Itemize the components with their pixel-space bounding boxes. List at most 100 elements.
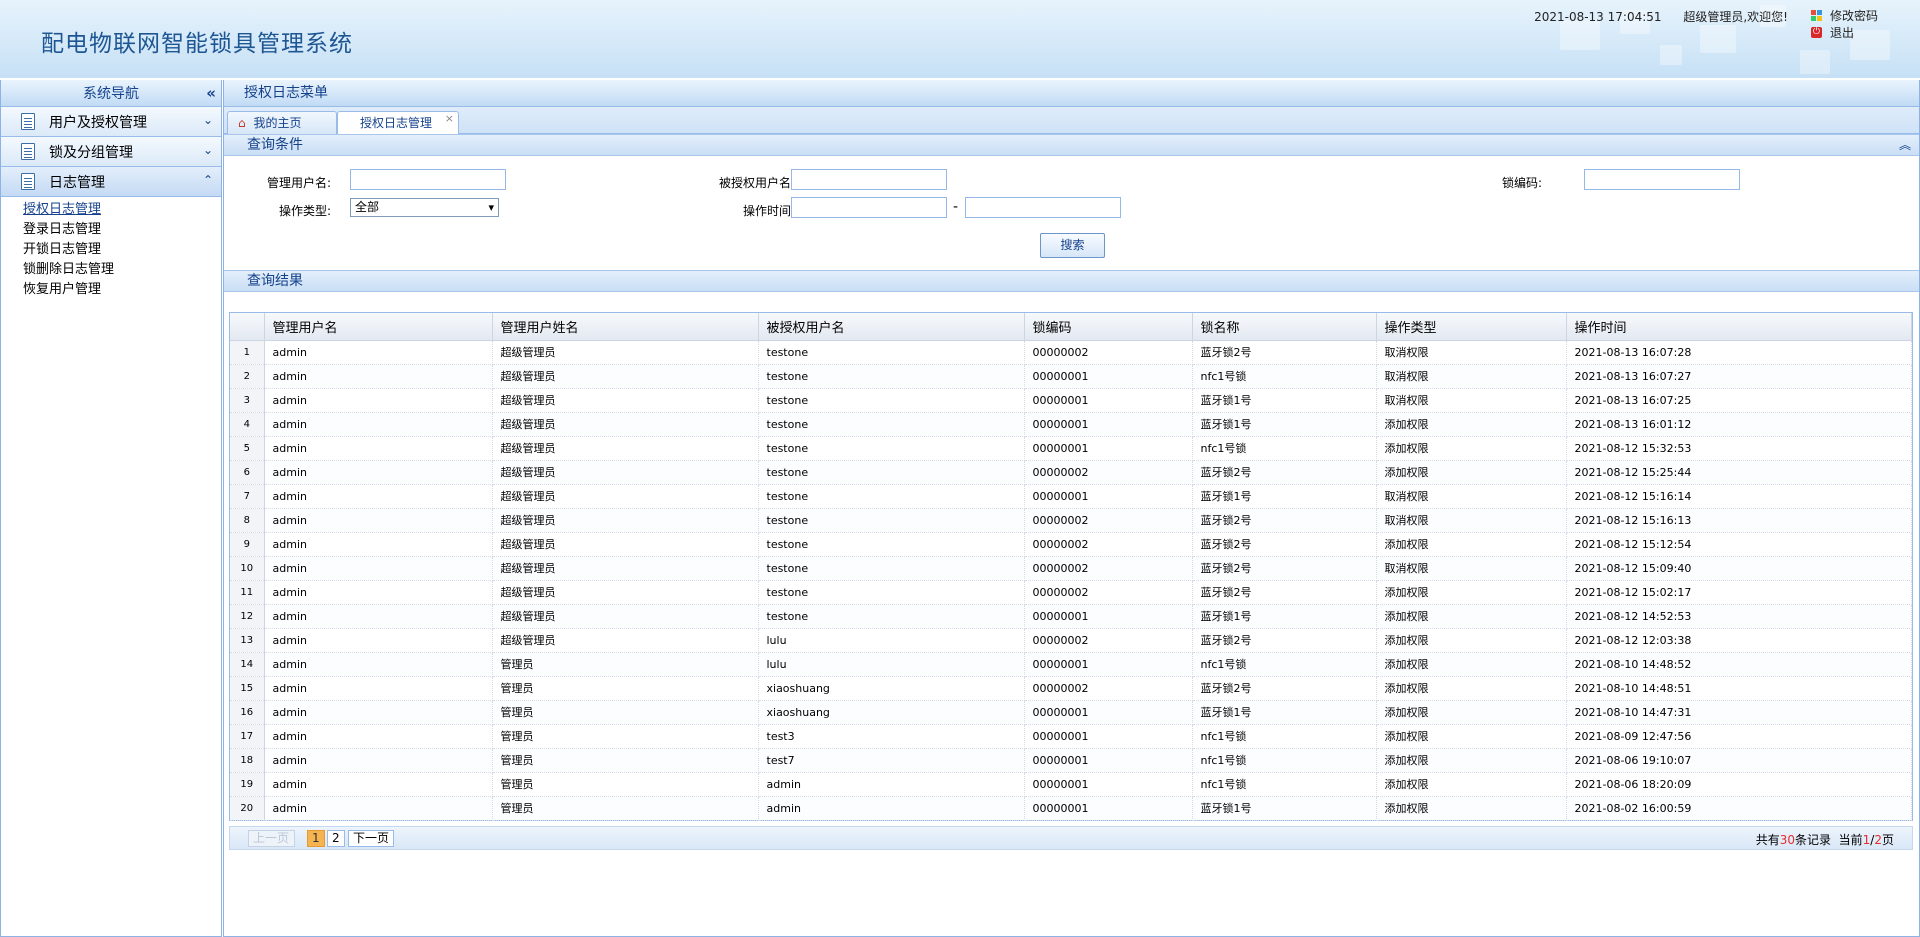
table-cell: 00000001 <box>1024 724 1193 749</box>
tab-auth-log[interactable]: 授权日志管理 × <box>337 111 459 135</box>
table-row[interactable]: 20 admin 管理员 admin 00000001 蓝牙锁1号 添加权限 2021-08-… <box>230 796 1912 821</box>
table-cell: 2021-08-12 15:32:53 <box>1566 436 1912 461</box>
row-number-cell: 19 <box>230 772 265 797</box>
sidebar-item-login-log[interactable]: 登录日志管理 <box>23 220 221 240</box>
table-cell: xiaoshuang <box>758 676 1025 701</box>
table-row[interactable]: 3 admin 超级管理员 testone 00000001 蓝牙锁1号 取消权限 2021-… <box>230 388 1912 413</box>
table-cell: test7 <box>758 748 1025 773</box>
column-header[interactable]: 锁名称 <box>1192 313 1377 341</box>
results-panel-header: 查询结果 <box>224 270 1919 292</box>
sidebar-group-lock-group[interactable]: 锁及分组管理 ⌄ <box>1 137 221 167</box>
next-page-button[interactable]: 下一页 <box>348 830 395 847</box>
prev-page-button[interactable]: 上一页 <box>248 830 295 847</box>
admin-user-input[interactable] <box>350 169 506 190</box>
op-type-select[interactable]: 全部 ▾ <box>350 198 499 217</box>
sidebar-group-user-auth[interactable]: 用户及授权管理 ⌄ <box>1 107 221 137</box>
table-row[interactable]: 16 admin 管理员 xiaoshuang 00000001 蓝牙锁1号 添加权限 202… <box>230 700 1912 725</box>
table-cell: 2021-08-12 15:16:13 <box>1566 508 1912 533</box>
table-row[interactable]: 8 admin 超级管理员 testone 00000002 蓝牙锁2号 取消权限 2021-… <box>230 508 1912 533</box>
table-row[interactable]: 17 admin 管理员 test3 00000001 nfc1号锁 添加权限 2021-08… <box>230 724 1912 749</box>
page-button-2[interactable]: 2 <box>327 830 345 847</box>
op-time-start-input[interactable] <box>791 197 947 218</box>
table-cell: testone <box>758 364 1025 389</box>
table-row[interactable]: 7 admin 超级管理员 testone 00000001 蓝牙锁1号 取消权限 2021-… <box>230 484 1912 509</box>
collapse-up-icon[interactable]: ︽ <box>1899 135 1911 155</box>
table-cell: admin <box>264 484 493 509</box>
column-header[interactable]: 操作时间 <box>1566 313 1912 341</box>
tab-home[interactable]: ⌂ 我的主页 <box>227 111 337 134</box>
table-row[interactable]: 5 admin 超级管理员 testone 00000001 nfc1号锁 添加权限 2021… <box>230 436 1912 461</box>
row-number-cell: 5 <box>230 436 265 461</box>
column-header[interactable]: 操作类型 <box>1376 313 1567 341</box>
row-number-cell: 1 <box>230 340 265 365</box>
main-title: 授权日志菜单 <box>224 80 1919 107</box>
table-cell: xiaoshuang <box>758 700 1025 725</box>
table-row[interactable]: 18 admin 管理员 test7 00000001 nfc1号锁 添加权限 2021-08… <box>230 748 1912 773</box>
table-cell: 超级管理员 <box>492 628 759 653</box>
table-cell: admin <box>264 628 493 653</box>
table-cell: 添加权限 <box>1376 628 1567 653</box>
table-cell: admin <box>264 580 493 605</box>
table-row[interactable]: 14 admin 管理员 lulu 00000001 nfc1号锁 添加权限 2021-08-… <box>230 652 1912 677</box>
table-cell: 超级管理员 <box>492 532 759 557</box>
table-cell: admin <box>264 772 493 797</box>
table-cell: admin <box>264 796 493 821</box>
column-header[interactable]: 管理用户名 <box>264 313 493 341</box>
column-header[interactable]: 被授权用户名 <box>758 313 1025 341</box>
authorized-user-input[interactable] <box>791 169 947 190</box>
sidebar-item-auth-log[interactable]: 授权日志管理 <box>23 200 221 220</box>
table-row[interactable]: 10 admin 超级管理员 testone 00000002 蓝牙锁2号 取消权限 2021… <box>230 556 1912 581</box>
column-header[interactable]: 管理用户姓名 <box>492 313 759 341</box>
header-decoration <box>1660 45 1682 65</box>
table-cell: admin <box>264 532 493 557</box>
table-cell: 2021-08-12 12:03:38 <box>1566 628 1912 653</box>
op-time-end-input[interactable] <box>965 197 1121 218</box>
chevron-down-icon: ▾ <box>488 201 494 214</box>
chevron-down-icon: ⌄ <box>202 143 213 157</box>
header-decoration <box>1800 50 1830 74</box>
sidebar-item-unlock-log[interactable]: 开锁日志管理 <box>23 240 221 260</box>
table-cell: 管理员 <box>492 652 759 677</box>
sidebar-item-restore-user[interactable]: 恢复用户管理 <box>23 280 221 300</box>
table-cell: 添加权限 <box>1376 796 1567 821</box>
table-cell: admin <box>264 676 493 701</box>
table-row[interactable]: 15 admin 管理员 xiaoshuang 00000002 蓝牙锁2号 添加权限 202… <box>230 676 1912 701</box>
table-cell: 管理员 <box>492 676 759 701</box>
table-cell: 00000001 <box>1024 652 1193 677</box>
table-row[interactable]: 1 admin 超级管理员 testone 00000002 蓝牙锁2号 取消权限 2021-… <box>230 340 1912 365</box>
power-icon: ⏻ <box>1810 27 1822 38</box>
sidebar-group-log[interactable]: 日志管理 ⌃ <box>1 167 221 197</box>
row-number-cell: 7 <box>230 484 265 509</box>
table-cell: 添加权限 <box>1376 652 1567 677</box>
table-cell: 蓝牙锁1号 <box>1192 412 1377 437</box>
close-icon[interactable]: × <box>445 108 454 130</box>
search-button[interactable]: 搜索 <box>1040 233 1105 258</box>
results-grid: 管理用户名 管理用户姓名 被授权用户名 锁编码 锁名称 操作类型 操作时间 1a… <box>229 312 1913 821</box>
tab-bar: ⌂ 我的主页 授权日志管理 × <box>224 107 1919 135</box>
table-cell: 蓝牙锁2号 <box>1192 460 1377 485</box>
table-cell: admin <box>264 508 493 533</box>
lock-code-input[interactable] <box>1584 169 1740 190</box>
table-cell: nfc1号锁 <box>1192 724 1377 749</box>
table-row[interactable]: 13 admin 超级管理员 lulu 00000002 蓝牙锁2号 添加权限 2021-08… <box>230 628 1912 653</box>
page-button-1[interactable]: 1 <box>307 830 325 847</box>
table-row[interactable]: 12 admin 超级管理员 testone 00000001 蓝牙锁1号 添加权限 2021… <box>230 604 1912 629</box>
row-number-cell: 6 <box>230 460 265 485</box>
table-cell: admin <box>264 388 493 413</box>
column-header[interactable]: 锁编码 <box>1024 313 1193 341</box>
document-icon <box>21 143 35 160</box>
table-cell: 取消权限 <box>1376 484 1567 509</box>
table-row[interactable]: 4 admin 超级管理员 testone 00000001 蓝牙锁1号 添加权限 2021-… <box>230 412 1912 437</box>
table-row[interactable]: 6 admin 超级管理员 testone 00000002 蓝牙锁2号 添加权限 2021-… <box>230 460 1912 485</box>
sidebar-item-lock-delete-log[interactable]: 锁删除日志管理 <box>23 260 221 280</box>
table-cell: admin <box>264 700 493 725</box>
logout-link[interactable]: ⏻ 退出 <box>1810 24 1878 41</box>
table-row[interactable]: 11 admin 超级管理员 testone 00000002 蓝牙锁2号 添加权限 2021… <box>230 580 1912 605</box>
table-row[interactable]: 2 admin 超级管理员 testone 00000001 nfc1号锁 取消权限 2021… <box>230 364 1912 389</box>
change-password-link[interactable]: 修改密码 <box>1810 7 1878 24</box>
table-row[interactable]: 9 admin 超级管理员 testone 00000002 蓝牙锁2号 添加权限 2021-… <box>230 532 1912 557</box>
collapse-sidebar-icon[interactable]: « <box>206 84 216 102</box>
table-row[interactable]: 19 admin 管理员 admin 00000001 nfc1号锁 添加权限 2021-08… <box>230 772 1912 797</box>
table-cell: 添加权限 <box>1376 676 1567 701</box>
log-submenu: 授权日志管理 登录日志管理 开锁日志管理 锁删除日志管理 恢复用户管理 <box>1 197 221 300</box>
